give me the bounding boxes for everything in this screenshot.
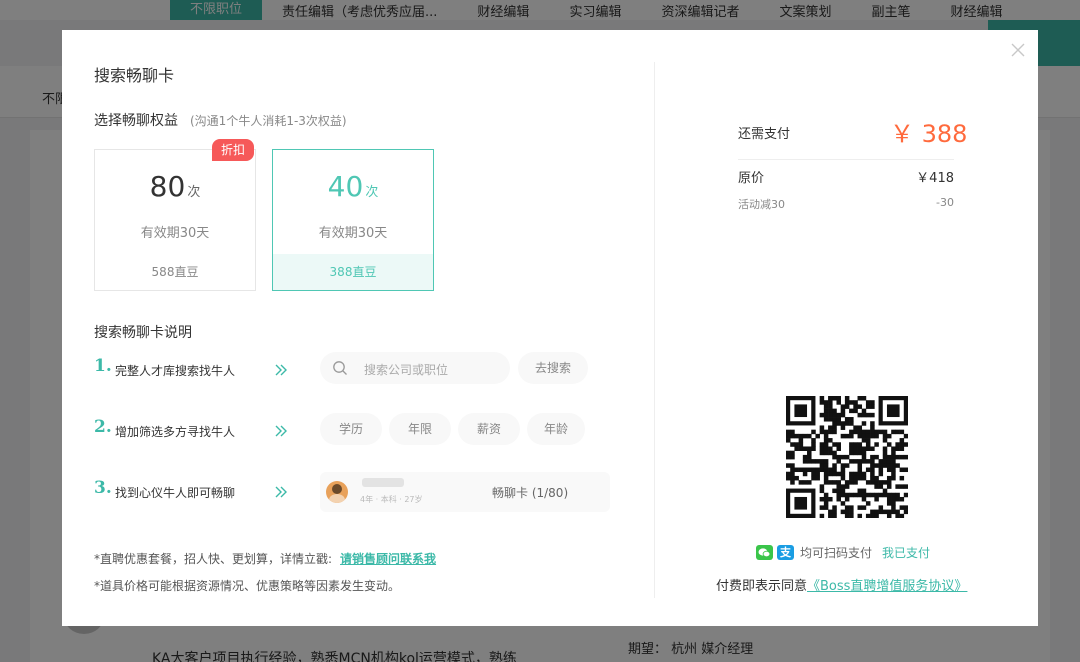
plan-count: 80 次	[95, 170, 255, 203]
plan-count-unit: 次	[365, 185, 379, 200]
step-number: 2.	[94, 417, 112, 437]
plan-price: 388直豆	[273, 254, 433, 290]
close-icon[interactable]	[1010, 42, 1026, 58]
payment-methods: 支 均可扫码支付 我已支付	[756, 544, 930, 561]
step-1: 1. 完整人才库搜索找牛人 搜索公司或职位 去搜索	[94, 350, 634, 390]
search-placeholder: 搜索公司或职位	[364, 363, 449, 377]
search-chat-card-modal: 搜索畅聊卡 选择畅聊权益 (沟通1个牛人消耗1-3次权益) 80 次 有效期30天 …	[62, 30, 1038, 626]
alipay-icon: 支	[777, 545, 794, 560]
step-label: 找到心仪牛人即可畅聊	[115, 486, 236, 500]
search-icon	[332, 360, 348, 380]
benefit-section-title: 选择畅聊权益 (沟通1个牛人消耗1-3次权益)	[94, 110, 347, 130]
plan-count: 40 次	[273, 170, 433, 203]
promo-note: *直聘优惠套餐，招人快、更划算，详情立戳: 请销售顾问联系我	[94, 550, 436, 567]
service-agreement-link[interactable]: 《Boss直聘增值服务协议》	[807, 579, 967, 594]
step-label: 增加筛选多方寻找牛人	[115, 425, 236, 439]
double-chevron-icon	[274, 423, 288, 442]
benefit-title-text: 选择畅聊权益	[94, 113, 178, 129]
demo-candidate-card: 4年 · 本科 · 27岁 畅聊卡 (1/80)	[320, 472, 610, 512]
blurred-name	[362, 478, 404, 487]
plan-validity: 有效期30天	[140, 226, 210, 241]
amount-due-value: ￥ 388	[890, 120, 968, 148]
filter-chip-experience: 年限	[389, 413, 451, 445]
filter-chip-age: 年龄	[527, 413, 585, 445]
payment-qr-code	[786, 396, 908, 518]
original-price-label: 原价	[738, 171, 765, 186]
benefit-hint: (沟通1个牛人消耗1-3次权益)	[190, 114, 347, 128]
agreement-note: 付费即表示同意《Boss直聘增值服务协议》	[716, 575, 967, 594]
divider	[738, 159, 954, 160]
step-number: 3.	[94, 478, 112, 498]
step-3: 3. 找到心仪牛人即可畅聊 4年 · 本科 · 27岁 畅聊卡 (1/80)	[94, 472, 634, 512]
price-disclaimer: *道具价格可能根据资源情况、优惠策略等因素发生变动。	[94, 579, 401, 593]
plan-option-80[interactable]: 80 次 有效期30天 588直豆	[94, 149, 256, 291]
promo-note-text: *直聘优惠套餐，招人快、更划算，详情立戳:	[94, 552, 333, 566]
original-price-value: ￥418	[916, 171, 954, 186]
candidate-info: 4年 · 本科 · 27岁	[360, 495, 423, 504]
step-2: 2. 增加筛选多方寻找牛人 学历 年限 薪资 年龄	[94, 411, 634, 451]
description-title: 搜索畅聊卡说明	[94, 325, 192, 341]
avatar	[326, 481, 348, 503]
plan-validity: 有效期30天	[318, 226, 388, 241]
double-chevron-icon	[274, 484, 288, 503]
chat-card-count: 畅聊卡 (1/80)	[492, 486, 569, 500]
step-label: 完整人才库搜索找牛人	[115, 364, 236, 378]
amount-due-label: 还需支付	[738, 127, 791, 142]
double-chevron-icon	[274, 362, 288, 381]
plan-count-value: 80	[149, 170, 186, 203]
discount-label: 活动减30	[738, 198, 785, 211]
plan-option-40[interactable]: 40 次 有效期30天 388直豆	[272, 149, 434, 291]
plan-count-value: 40	[327, 170, 364, 203]
discount-value: -30	[936, 196, 954, 209]
contact-sales-link[interactable]: 请销售顾问联系我	[340, 552, 436, 566]
filter-chip-education: 学历	[320, 413, 382, 445]
divider	[654, 62, 655, 598]
discount-badge: 折扣	[212, 139, 254, 161]
plan-count-unit: 次	[187, 185, 201, 200]
scan-pay-text: 均可扫码支付	[800, 546, 873, 560]
filter-chip-salary: 薪资	[458, 413, 520, 445]
demo-search-input: 搜索公司或职位	[320, 352, 510, 384]
already-paid-link[interactable]: 我已支付	[882, 544, 930, 561]
wechat-pay-icon	[756, 545, 773, 560]
step-number: 1.	[94, 356, 112, 376]
agreement-text: 付费即表示同意	[716, 579, 808, 594]
demo-search-button: 去搜索	[518, 352, 588, 384]
modal-title: 搜索畅聊卡	[94, 66, 175, 85]
plan-price: 588直豆	[151, 265, 199, 279]
